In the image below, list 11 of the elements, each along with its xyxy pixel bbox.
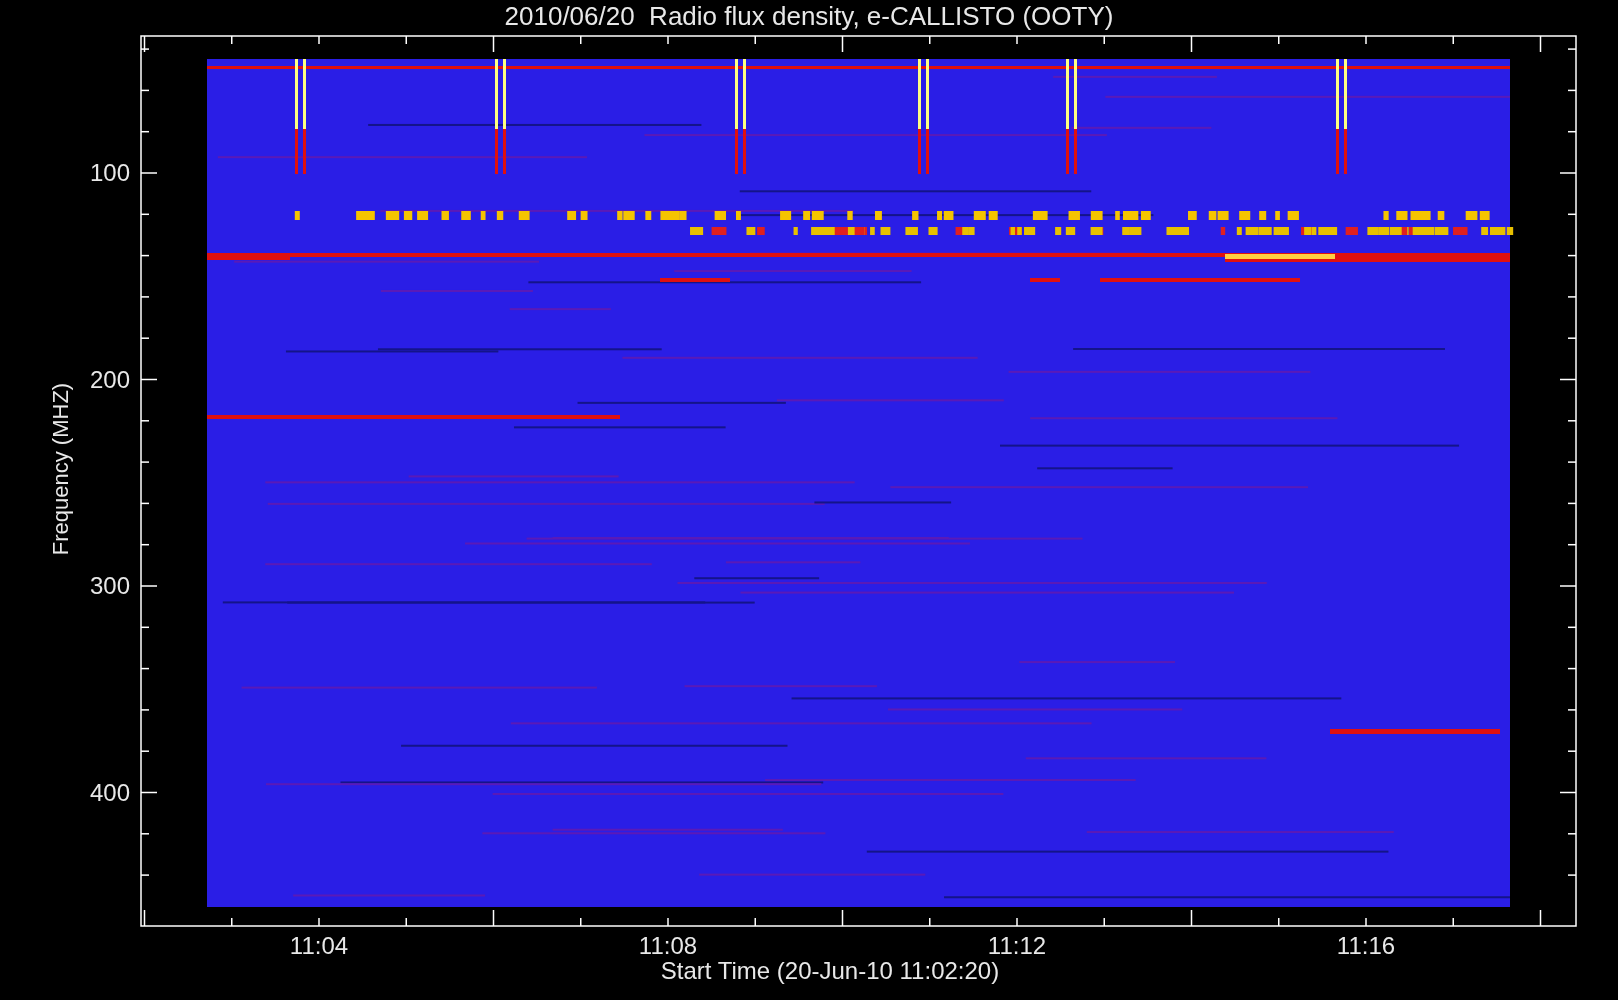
x-axis-label: Start Time (20-Jun-10 11:02:20) bbox=[659, 957, 1001, 985]
x-tick-label: 11:12 bbox=[986, 932, 1048, 960]
y-axis-label: Frequency (MHZ) bbox=[48, 381, 74, 558]
y-tick-label: 400 bbox=[89, 778, 130, 807]
x-tick-label: 11:04 bbox=[288, 932, 350, 960]
y-tick-label: 300 bbox=[89, 572, 130, 600]
x-tick-label: 11:16 bbox=[1335, 932, 1397, 960]
y-tick-label: 100 bbox=[89, 159, 130, 187]
x-tick-label: 11:08 bbox=[637, 932, 699, 960]
chart-title: 2010/06/20 Radio flux density, e-CALLISTO (OOTY) bbox=[503, 1, 1115, 31]
y-tick-label: 200 bbox=[89, 365, 130, 394]
